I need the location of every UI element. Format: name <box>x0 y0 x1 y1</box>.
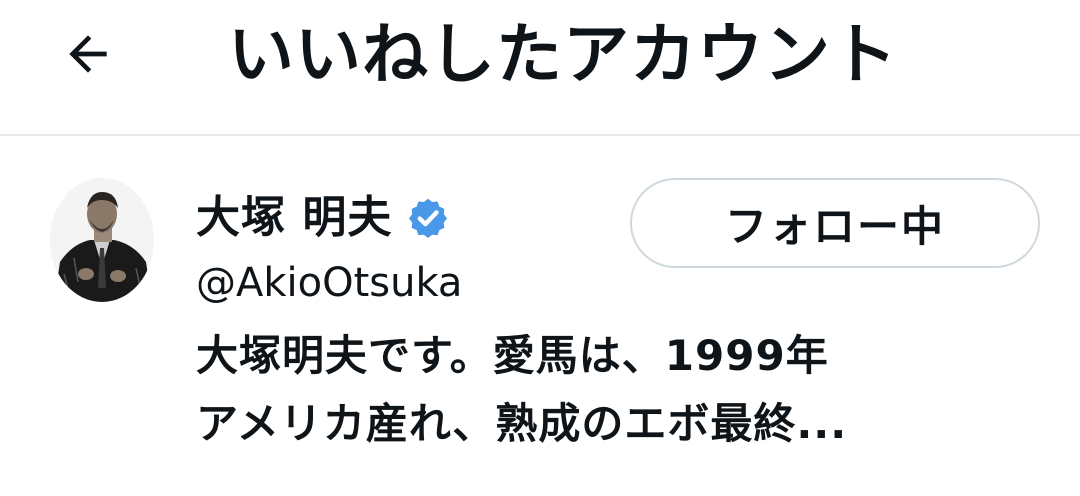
avatar[interactable] <box>50 178 154 302</box>
page-title: いいねしたアカウント <box>228 16 898 93</box>
back-button[interactable] <box>56 22 120 86</box>
user-handle: @AkioOtsuka <box>196 260 463 306</box>
name-line: 大塚 明夫 <box>196 188 450 248</box>
user-avatar-photo <box>50 178 154 302</box>
arrow-left-icon <box>69 35 107 73</box>
bio-line: アメリカ産れ、熟成のエボ最終... <box>196 399 848 448</box>
user-bio: 大塚明夫です。愛馬は、1999年 アメリカ産れ、熟成のエボ最終... <box>196 322 996 458</box>
following-button[interactable]: フォロー中 <box>630 178 1040 268</box>
bio-line: 大塚明夫です。愛馬は、1999年 <box>196 331 829 380</box>
account-list-item[interactable]: 大塚 明夫 @AkioOtsuka フォロー中 大塚明夫です。愛馬は、1999年… <box>0 138 1080 496</box>
verified-badge-icon <box>406 196 450 240</box>
top-app-bar: いいねしたアカウント <box>0 0 1080 136</box>
display-name[interactable]: 大塚 明夫 <box>196 188 392 248</box>
